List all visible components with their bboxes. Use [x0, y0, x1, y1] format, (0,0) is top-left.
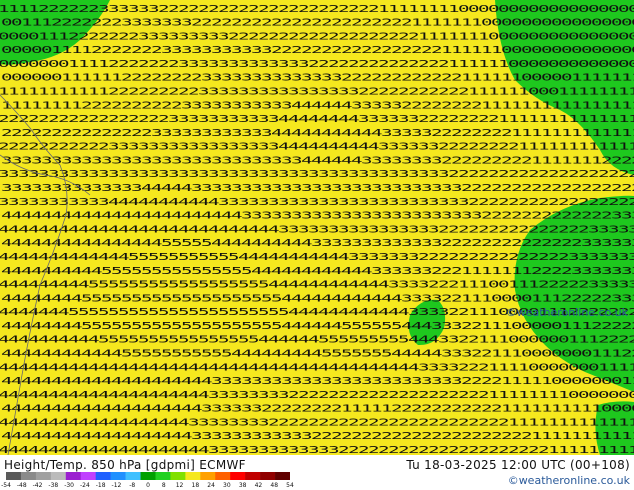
colorbar-tick-label: 12 — [175, 482, 184, 489]
colorbar-segment — [215, 472, 231, 480]
field-row: 2222222222222223333333333334444444444433… — [1, 128, 634, 139]
colorbar-segment — [170, 472, 186, 480]
colorbar-segment — [20, 472, 37, 480]
colorbar-segment — [140, 472, 156, 480]
colorbar-tick-label: -18 — [95, 482, 106, 489]
colorbar-tick-label: 38 — [238, 482, 247, 489]
credit-text: ©weatheronline.co.uk — [507, 474, 630, 487]
colorbar-tick-label: 30 — [223, 482, 231, 489]
field-row: 4444444444445555555555544444444455555554… — [1, 348, 634, 359]
colorbar-tick-label: 18 — [191, 482, 200, 489]
field-row: 4444444444444444444444444444444444444444… — [0, 362, 634, 373]
map-panel: 1111222222333333222222222222222222222211… — [0, 0, 634, 455]
colorbar-tick-label: -8 — [129, 482, 136, 489]
field-row: 1111222222333333222222222222222222222211… — [0, 4, 634, 15]
field-row: 3333333333333333333333333333334444443333… — [1, 155, 634, 166]
map-title: Height/Temp. 850 hPa [gdpmi] ECMWF — [4, 458, 246, 472]
field-row: 4444444444444444444333333332222222222222… — [0, 417, 634, 428]
colorbar-tick-label: 8 — [161, 482, 166, 489]
field-row: 4444444444555555555555555544444455555555… — [0, 335, 634, 346]
field-row: 0000011112222222333333333332222222222222… — [1, 45, 634, 56]
colorbar-segment — [80, 472, 96, 480]
field-row: 2222222222233333333333333333444444444433… — [0, 142, 634, 153]
field-row: 0000111222222233333333322222222222222222… — [0, 31, 634, 42]
field-row: 4444444444444444444443333333333333333333… — [1, 376, 634, 387]
colorbar-tick-label: -54 — [1, 482, 11, 489]
field-row: 0000000111122222223333333333333222222222… — [0, 59, 634, 70]
colorbar-segment — [245, 472, 261, 480]
colorbar-segment — [125, 472, 141, 480]
colorbar-tick-label: -30 — [64, 482, 75, 489]
colorbar-segment — [50, 472, 67, 480]
colorbar-tick-label: -42 — [32, 482, 43, 489]
colorbar-tick-label: 42 — [254, 482, 263, 489]
colorbar-segment — [110, 472, 126, 480]
field-row: 0000001111112222222233333333333333222222… — [1, 73, 634, 84]
field-row: 0011122222223333333222222222222222222222… — [1, 18, 634, 29]
field-row: 4444444455555555555555555555444444555555… — [1, 321, 634, 332]
valid-time: Tu 18-03-2025 12:00 UTC (00+108) — [406, 458, 630, 472]
colorbar-segment — [155, 472, 171, 480]
colorbar-segment — [230, 472, 246, 480]
colorbar — [6, 472, 290, 480]
colorbar-segment — [65, 472, 82, 480]
colorbar-segment — [185, 472, 201, 480]
field-row: 1111111111122222222233333333333333332222… — [0, 87, 634, 98]
colorbar-segment — [95, 472, 111, 480]
field-row: 4444444444444444444433333322222222111112… — [1, 404, 634, 415]
colorbar-tick-label: 24 — [207, 482, 215, 489]
colorbar-tick-label: -24 — [79, 482, 90, 489]
field-row: 2222222222222222233333333333444444443333… — [0, 114, 634, 125]
colorbar-tick-label: 48 — [270, 482, 279, 489]
field-row: 1111111122222222223333333333344444433333… — [1, 100, 634, 111]
field-row: 4444444444444555555555554444444444433333… — [0, 252, 634, 263]
field-row: 3333333333333344444333333333333333333333… — [1, 183, 634, 194]
field-row: 4444444444555555555555555444444444444333… — [1, 266, 634, 277]
watermark: ©weatheronline.co.uk — [505, 306, 628, 319]
colorbar-segment — [260, 472, 276, 480]
colorbar-tick-label: -12 — [111, 482, 122, 489]
field-row: 4444444444444444444443333333333333222222… — [0, 445, 634, 455]
colorbar-segment — [275, 472, 290, 480]
field-row: 4444444444444444444333333333333222222222… — [1, 431, 634, 442]
field-row: 4444444455555555555555555555444444444444… — [1, 293, 634, 304]
field-row: 4444444444444444444443333333322222222222… — [0, 390, 634, 401]
field-row: 4444444444444444555554444444444333333333… — [1, 238, 634, 249]
colorbar-labels: -54 -48 -42 -38 -30 -24 -18 -12 -8 0 8 12 18 24 30 38 42… — [0, 482, 300, 490]
colorbar-tick-label: -48 — [16, 482, 27, 489]
footer-bar: Height/Temp. 850 hPa [gdpmi] ECMWF Tu 18… — [0, 455, 634, 490]
colorbar-tick-label: 54 — [286, 482, 294, 489]
colorbar-tick-label: 0 — [146, 482, 150, 489]
colorbar-segment — [35, 472, 52, 480]
field-row: 4444444444444444444444443333333333333333… — [1, 211, 634, 222]
colorbar-segment — [200, 472, 216, 480]
colorbar-segment — [6, 472, 22, 480]
field-row: 4444444445555555555555555554444444444443… — [0, 280, 634, 291]
map-canvas: 1111222222333333222222222222222222222211… — [0, 0, 634, 455]
field-row: 3333333333344444444444333333333333333333… — [0, 197, 634, 208]
colorbar-tick-label: -38 — [48, 482, 59, 489]
field-row: 3333333333333333333333333333333333333333… — [0, 169, 634, 180]
field-row: 4444444444444444444444444444333333333333… — [0, 224, 634, 235]
